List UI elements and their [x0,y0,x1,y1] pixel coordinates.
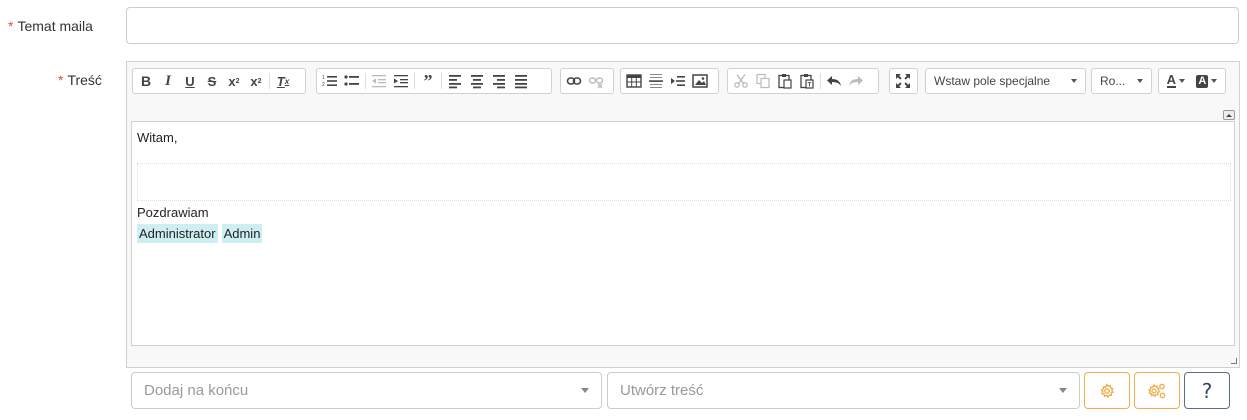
special-field-combo[interactable]: Wstaw pole specjalne [925,68,1086,94]
body-label-text: Treść [67,72,102,88]
append-select-placeholder: Dodaj na końcu [144,382,249,399]
remove-format-button[interactable]: Tx [272,70,294,92]
horizontal-line-icon[interactable] [645,70,667,92]
advanced-settings-button[interactable] [1134,372,1180,409]
copy-icon[interactable] [752,70,774,92]
resize-grip-icon[interactable] [1231,358,1237,364]
toolbar-separator [414,73,415,89]
unlink-icon[interactable] [585,70,607,92]
chevron-down-icon [1059,388,1067,393]
editor-toolbar: B I U S x2 x2 Tx 12 ” T Wstaw pole specj… [129,65,1237,95]
svg-text:1: 1 [322,75,325,81]
background-color-button[interactable]: A [1196,74,1218,88]
svg-text:2: 2 [322,82,325,88]
text-color-icon: A [1166,72,1177,88]
toolbar-separator [365,73,366,89]
append-select[interactable]: Dodaj na końcu [131,372,602,409]
toolbar-separator [820,73,821,89]
chevron-down-icon [1211,79,1218,83]
paste-text-icon[interactable]: T [796,70,818,92]
create-content-select[interactable]: Utwórz treść [607,372,1080,409]
page-break-icon[interactable] [667,70,689,92]
text-color-button[interactable]: A [1166,72,1186,88]
remove-format-glyph: T [276,73,285,89]
subscript-mark: 2 [235,77,240,85]
italic-button[interactable]: I [157,70,179,92]
placeholder-chip[interactable]: Admin [221,224,263,243]
blockquote-icon[interactable]: ” [417,70,439,92]
redo-icon[interactable] [845,70,867,92]
question-mark-icon: ? [1201,378,1213,403]
chevron-down-icon [1071,79,1077,83]
align-left-icon[interactable] [444,70,466,92]
required-mark: * [8,18,14,34]
link-icon[interactable] [563,70,585,92]
subscript-glyph: x [228,73,236,89]
underline-button[interactable]: U [179,70,201,92]
subject-input[interactable] [126,7,1239,44]
collapse-toolbar-button[interactable] [1223,110,1235,120]
gears-icon [1148,383,1166,398]
gear-icon [1100,382,1115,398]
cut-icon[interactable] [730,70,752,92]
image-icon[interactable] [689,70,711,92]
collapse-arrow-icon [1226,113,1232,117]
remove-format-mark: x [284,76,290,86]
toolbar-group-clipboard: T [727,68,879,94]
align-right-icon[interactable] [488,70,510,92]
toolbar-group-insert [620,68,719,94]
font-combo[interactable]: Ro... [1091,68,1152,94]
settings-button[interactable] [1084,372,1130,409]
superscript-mark: 2 [257,77,262,85]
toolbar-separator [441,73,442,89]
subscript-button[interactable]: x2 [223,70,245,92]
closing-text: Pozdrawiam [137,205,209,220]
superscript-glyph: x [250,73,258,89]
rich-text-editor: B I U S x2 x2 Tx 12 ” T Wstaw pole specj… [126,61,1240,368]
undo-icon[interactable] [823,70,845,92]
paste-icon[interactable] [774,70,796,92]
empty-paragraph-block [137,163,1231,201]
toolbar-group-view [889,68,918,94]
chevron-down-icon [1179,79,1186,83]
editor-content-area[interactable]: Witam, Pozdrawiam Administrator Admin [131,121,1235,346]
align-center-icon[interactable] [466,70,488,92]
background-color-icon: A [1196,74,1209,88]
placeholder-chip[interactable]: Administrator [137,224,218,243]
align-justify-icon[interactable] [510,70,532,92]
special-field-combo-label: Wstaw pole specjalne [934,74,1051,88]
greeting-text: Witam, [137,130,178,145]
table-icon[interactable] [623,70,645,92]
chevron-down-icon [1137,79,1143,83]
maximize-icon[interactable] [892,70,914,92]
numbered-list-icon[interactable]: 12 [319,70,341,92]
toolbar-group-basic: B I U S x2 x2 Tx [132,68,306,94]
bold-button[interactable]: B [135,70,157,92]
create-select-placeholder: Utwórz treść [620,382,704,399]
outdent-icon[interactable] [368,70,390,92]
chevron-down-icon [581,388,589,393]
help-button[interactable]: ? [1184,372,1230,409]
subject-label-text: Temat maila [17,18,93,34]
required-mark: * [58,72,64,88]
toolbar-separator [269,73,270,89]
subject-label: * Temat maila [8,18,108,34]
strikethrough-button[interactable]: S [201,70,223,92]
svg-text:T: T [808,83,812,89]
bulleted-list-icon[interactable] [341,70,363,92]
body-label: * Treść [58,72,108,88]
toolbar-group-paragraph: 12 ” [316,68,552,94]
superscript-button[interactable]: x2 [245,70,267,92]
indent-icon[interactable] [390,70,412,92]
toolbar-group-links [560,68,614,94]
signature: Administrator Admin [137,224,263,243]
toolbar-group-colors: A A [1158,68,1226,94]
font-combo-label: Ro... [1100,74,1126,88]
